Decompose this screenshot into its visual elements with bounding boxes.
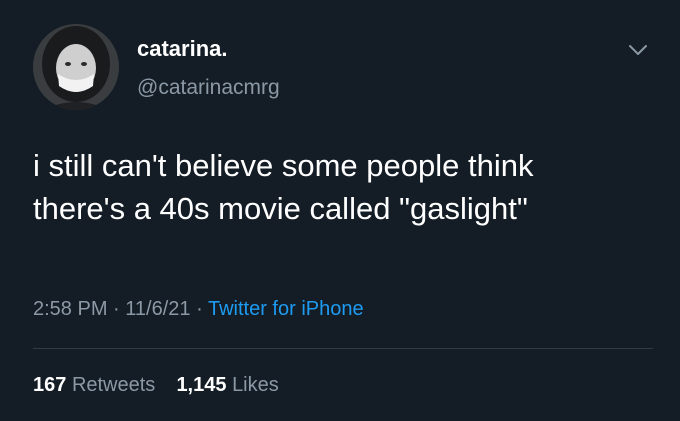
tweet-meta: 2:58 PM · 11/6/21 · Twitter for iPhone xyxy=(33,297,364,321)
likes-count: 1,145 xyxy=(176,374,227,396)
retweets-stat[interactable]: 167 Retweets xyxy=(33,374,161,396)
display-name[interactable]: catarina. xyxy=(137,36,228,62)
divider xyxy=(33,348,653,349)
retweets-count: 167 xyxy=(33,374,67,396)
tweet-text: i still can't believe some people think … xyxy=(33,144,663,230)
meta-separator: · xyxy=(196,298,203,320)
tweet-text-line: there's a 40s movie called "gaslight" xyxy=(33,191,528,226)
tweet-time[interactable]: 2:58 PM xyxy=(33,298,107,320)
likes-label: Likes xyxy=(232,374,279,396)
tweet-text-line: i still can't believe some people think xyxy=(33,148,534,183)
avatar[interactable] xyxy=(33,24,119,110)
tweet-stats: 167 Retweets 1,145 Likes xyxy=(33,373,279,397)
chevron-down-icon[interactable] xyxy=(626,38,650,62)
likes-stat[interactable]: 1,145 Likes xyxy=(176,374,278,396)
tweet-date[interactable]: 11/6/21 xyxy=(125,298,190,320)
meta-separator: · xyxy=(113,298,120,320)
tweet-card: catarina. @catarinacmrg i still can't be… xyxy=(0,0,680,421)
retweets-label: Retweets xyxy=(71,374,156,396)
user-handle[interactable]: @catarinacmrg xyxy=(137,76,280,100)
tweet-source-link[interactable]: Twitter for iPhone xyxy=(208,298,364,320)
